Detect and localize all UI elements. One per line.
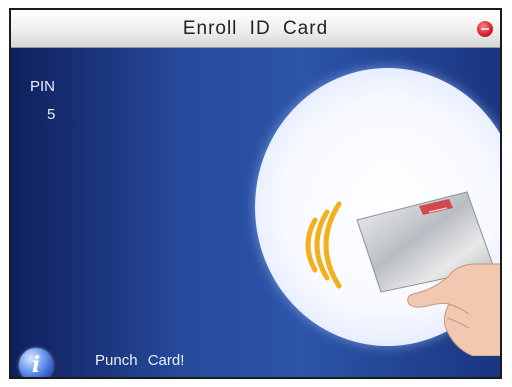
pin-label: PIN <box>30 78 56 95</box>
main-panel: PIN 5 i Punch Card! <box>11 48 500 377</box>
page-title: Enroll ID Card <box>182 18 329 39</box>
pin-value: 5 <box>47 106 56 123</box>
info-icon: i <box>19 348 53 377</box>
device-screen: Enroll ID Card PIN 5 i Punch Card! <box>9 8 502 379</box>
title-bar: Enroll ID Card <box>11 10 500 48</box>
status-message: Punch Card! <box>95 352 185 369</box>
record-icon[interactable] <box>477 21 493 37</box>
card-reader-waves-icon <box>305 201 342 289</box>
status-bar: i Punch Card! <box>11 338 500 377</box>
